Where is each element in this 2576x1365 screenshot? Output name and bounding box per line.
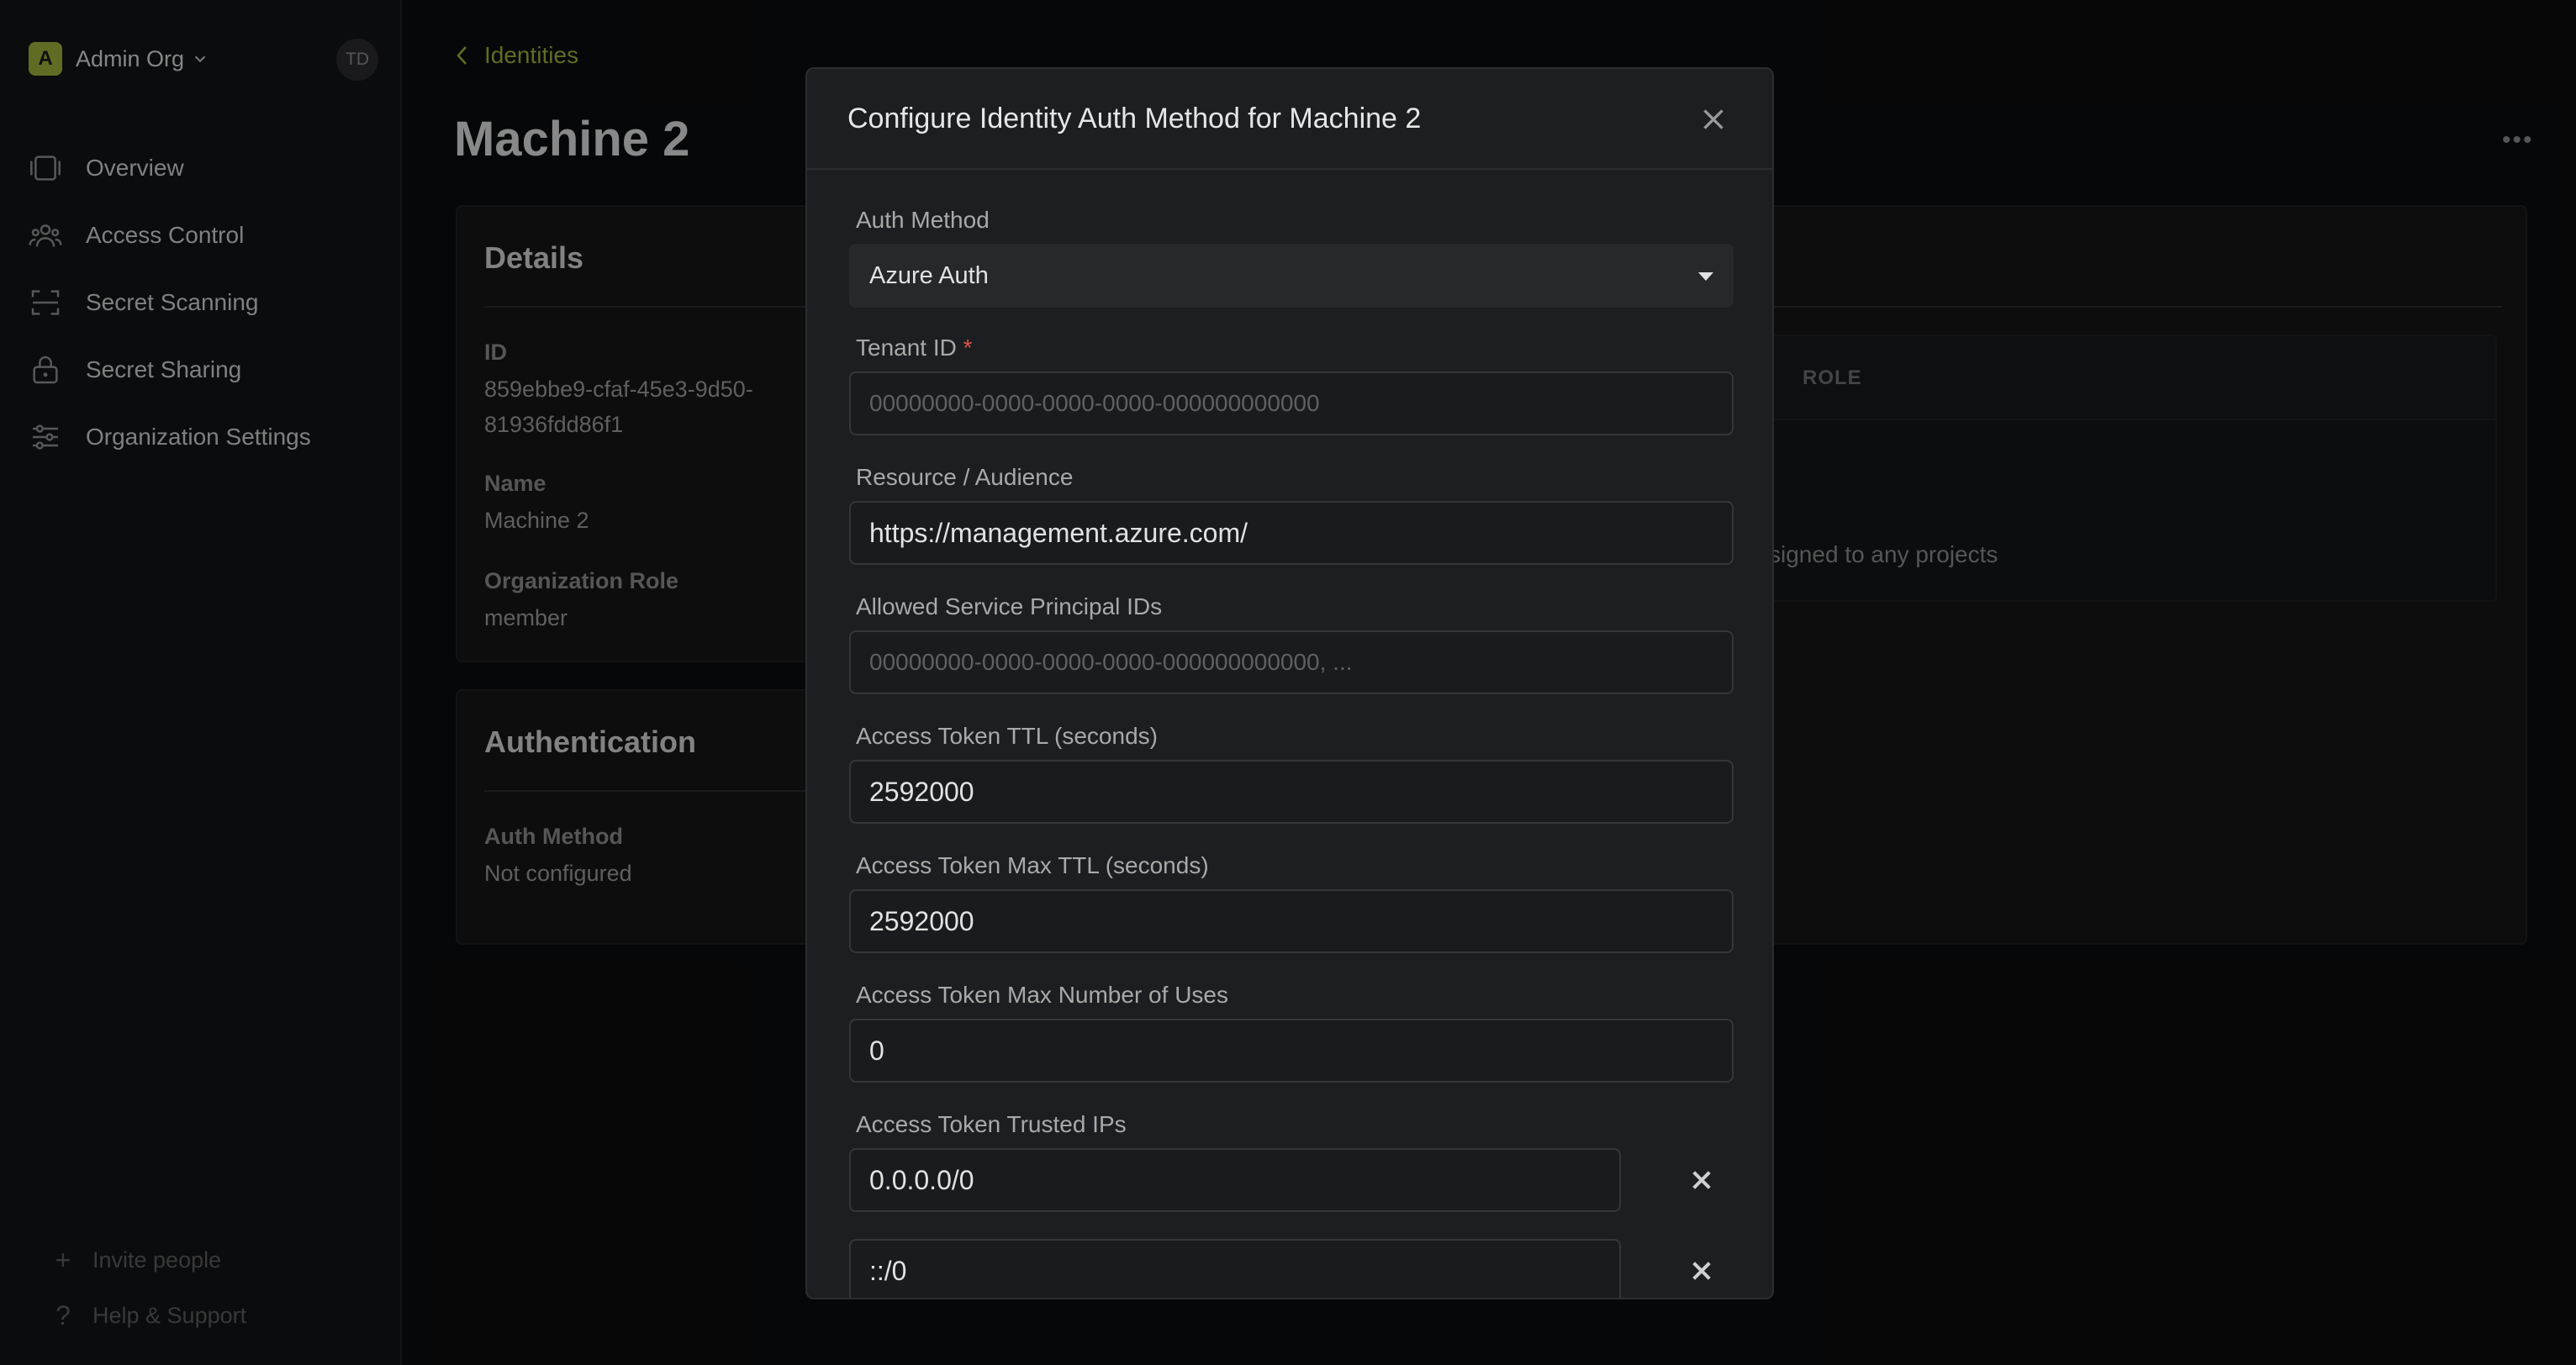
remove-trusted-ip-icon[interactable] bbox=[1688, 1257, 1715, 1284]
access-token-ttl-label: Access Token TTL (seconds) bbox=[856, 723, 1158, 749]
auth-method-field-label: Auth Method bbox=[856, 207, 990, 233]
tenant-id-input[interactable]: 00000000-0000-0000-0000-000000000000 bbox=[849, 372, 1734, 435]
auth-method-selected: Azure Auth bbox=[869, 261, 989, 289]
auth-method-select[interactable]: Azure Auth bbox=[849, 244, 1734, 308]
access-token-max-ttl-input[interactable]: 2592000 bbox=[849, 889, 1734, 953]
access-token-ttl-input[interactable]: 2592000 bbox=[849, 760, 1734, 824]
resource-audience-input[interactable]: https://management.azure.com/ bbox=[849, 501, 1734, 565]
required-marker: * bbox=[963, 335, 973, 361]
caret-down-icon bbox=[1698, 272, 1713, 281]
trusted-ip-value: 0.0.0.0/0 bbox=[869, 1164, 974, 1195]
access-token-trusted-ips-label: Access Token Trusted IPs bbox=[856, 1111, 1127, 1137]
modal-header: Configure Identity Auth Method for Machi… bbox=[807, 69, 1772, 170]
access-token-max-ttl-label: Access Token Max TTL (seconds) bbox=[856, 852, 1209, 878]
configure-auth-modal: Configure Identity Auth Method for Machi… bbox=[805, 67, 1774, 1299]
resource-audience-label: Resource / Audience bbox=[856, 464, 1074, 490]
access-token-max-ttl-value: 2592000 bbox=[869, 905, 974, 936]
modal-title: Configure Identity Auth Method for Machi… bbox=[847, 103, 1422, 134]
trusted-ip-input[interactable]: ::/0 bbox=[849, 1239, 1621, 1298]
tenant-id-label: Tenant ID * bbox=[856, 335, 973, 361]
tenant-id-placeholder: 00000000-0000-0000-0000-000000000000 bbox=[869, 390, 1320, 416]
tenant-id-label-text: Tenant ID bbox=[856, 335, 957, 361]
access-token-ttl-value: 2592000 bbox=[869, 776, 974, 807]
allowed-principal-ids-label: Allowed Service Principal IDs bbox=[856, 593, 1163, 619]
allowed-principal-ids-placeholder: 00000000-0000-0000-0000-000000000000, ..… bbox=[869, 649, 1353, 675]
access-token-max-uses-value: 0 bbox=[869, 1035, 884, 1066]
resource-audience-value: https://management.azure.com/ bbox=[869, 517, 1248, 548]
access-token-max-uses-input[interactable]: 0 bbox=[849, 1019, 1734, 1083]
remove-trusted-ip-icon[interactable] bbox=[1688, 1167, 1715, 1194]
allowed-principal-ids-input[interactable]: 00000000-0000-0000-0000-000000000000, ..… bbox=[849, 630, 1734, 694]
access-token-max-uses-label: Access Token Max Number of Uses bbox=[856, 982, 1228, 1008]
trusted-ip-value: ::/0 bbox=[869, 1255, 907, 1286]
trusted-ip-input[interactable]: 0.0.0.0/0 bbox=[849, 1148, 1621, 1212]
close-icon[interactable] bbox=[1698, 104, 1729, 134]
